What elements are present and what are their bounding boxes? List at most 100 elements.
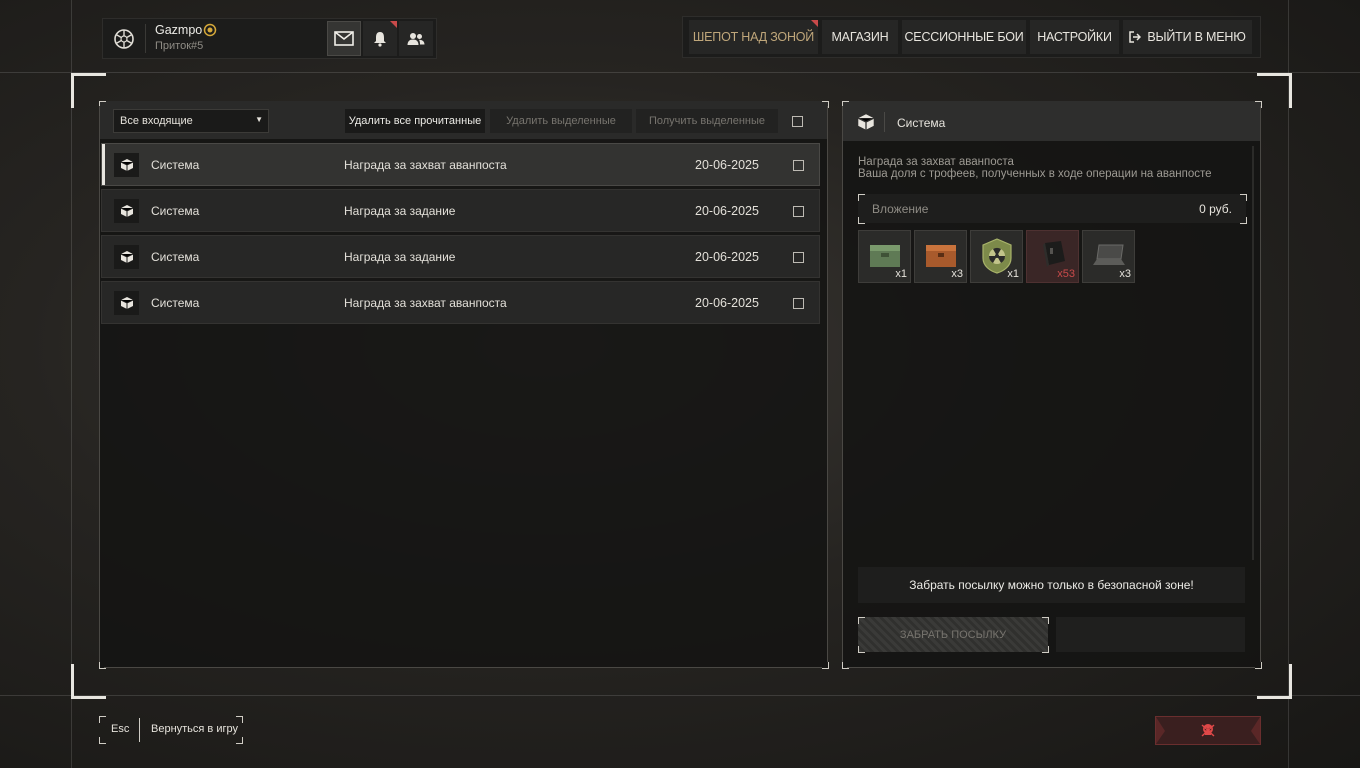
grid-line — [71, 0, 72, 768]
item-quantity: x3 — [951, 268, 963, 280]
alert-marker — [390, 21, 397, 28]
message-checkbox[interactable] — [793, 252, 804, 263]
bell-icon — [374, 31, 386, 47]
message-row[interactable]: Система Награда за захват аванпоста 20-0… — [101, 281, 820, 324]
message-checkbox[interactable] — [793, 160, 804, 171]
frame-corner — [1257, 73, 1292, 108]
exit-icon — [1129, 31, 1142, 43]
ammo-box-icon — [1043, 241, 1065, 267]
nav-shop[interactable]: МАГАЗИН — [822, 20, 898, 54]
empty-slot — [1056, 617, 1245, 652]
panel-border — [847, 667, 1255, 668]
button-corner — [236, 716, 243, 723]
delete-selected-button[interactable]: Удалить выделенные — [490, 109, 632, 133]
system-box-icon — [114, 199, 139, 223]
attachment-box: Вложение 0 руб. — [858, 194, 1246, 223]
delete-read-button[interactable]: Удалить все прочитанные — [345, 109, 485, 133]
panel-border — [842, 106, 843, 662]
player-panel: Gazmpo Приток#5 — [102, 18, 437, 59]
button-corner — [1042, 617, 1049, 624]
esc-key: Esc — [111, 723, 130, 735]
panel-border — [99, 106, 100, 662]
message-subject: Награда за задание — [344, 204, 456, 218]
chevron-down-icon: ▼ — [255, 115, 263, 124]
rank-badge-icon — [203, 23, 217, 37]
notifications-button[interactable] — [363, 21, 397, 56]
system-box-icon — [854, 110, 877, 133]
panel-border — [104, 667, 822, 668]
box-corner — [1240, 194, 1247, 201]
message-subject: Награда за захват аванпоста — [344, 158, 507, 172]
faction-emblem-icon — [111, 26, 137, 52]
attachment-value: 0 руб. — [1199, 202, 1232, 216]
button-corner — [99, 737, 106, 744]
attachment-label: Вложение — [872, 202, 929, 216]
panel-corner — [1255, 662, 1262, 669]
message-row[interactable]: Система Награда за задание 20-06-2025 — [101, 235, 820, 278]
nav-whisper-label: ШЕПОТ НАД ЗОНОЙ — [692, 30, 815, 44]
laptop-icon — [1093, 244, 1125, 265]
button-notch — [1251, 717, 1260, 744]
message-checkbox[interactable] — [793, 298, 804, 309]
nav-whisper[interactable]: ШЕПОТ НАД ЗОНОЙ — [689, 20, 818, 54]
message-sender: Система — [151, 204, 200, 218]
message-sender: Система — [151, 158, 200, 172]
nav-session-battles-label: СЕССИОННЫЕ БОИ — [904, 30, 1024, 44]
button-corner — [1042, 646, 1049, 653]
safe-zone-warning: Забрать посылку можно только в безопасно… — [858, 567, 1245, 603]
attachment-item[interactable]: x1 — [970, 230, 1023, 283]
item-quantity: x1 — [1007, 268, 1019, 280]
skull-button[interactable] — [1155, 716, 1261, 745]
top-nav: ШЕПОТ НАД ЗОНОЙ МАГАЗИН СЕССИОННЫЕ БОИ Н… — [682, 16, 1261, 58]
message-date: 20-06-2025 — [695, 250, 759, 264]
inbox-filter-select[interactable]: Все входящие ▼ — [113, 109, 269, 133]
message-checkbox[interactable] — [793, 206, 804, 217]
panel-corner — [822, 662, 829, 669]
friends-button[interactable] — [399, 21, 433, 56]
divider — [884, 112, 885, 132]
player-name[interactable]: Gazmpo — [155, 23, 202, 37]
get-selected-button[interactable]: Получить выделенные — [636, 109, 778, 133]
nav-settings[interactable]: НАСТРОЙКИ — [1030, 20, 1119, 54]
button-corner — [858, 646, 865, 653]
inbox-filter-value: Все входящие — [120, 115, 193, 127]
grid-line — [0, 695, 1360, 696]
back-to-game-button[interactable]: Esc Вернуться в игру — [99, 716, 243, 744]
button-notch — [1156, 717, 1165, 744]
message-row[interactable]: Система Награда за захват аванпоста 20-0… — [101, 143, 820, 186]
detail-body: Ваша доля с трофеев, полученных в ходе о… — [858, 168, 1212, 180]
frame-corner — [71, 664, 106, 699]
selected-indicator — [102, 144, 105, 185]
nav-settings-label: НАСТРОЙКИ — [1037, 30, 1112, 44]
attachment-item[interactable]: x53 — [1026, 230, 1079, 283]
message-sender: Система — [151, 250, 200, 264]
alert-marker — [811, 20, 818, 27]
attachment-item[interactable]: x3 — [914, 230, 967, 283]
box-corner — [858, 217, 865, 224]
detail-sender: Система — [897, 116, 946, 130]
message-subject: Награда за задание — [344, 250, 456, 264]
friends-icon — [407, 32, 425, 45]
grid-line — [1288, 0, 1289, 768]
nav-shop-label: МАГАЗИН — [831, 30, 889, 44]
divider — [145, 24, 146, 53]
select-all-checkbox[interactable] — [792, 116, 803, 127]
message-date: 20-06-2025 — [695, 158, 759, 172]
mail-icon — [334, 31, 354, 46]
inbox-panel — [99, 101, 828, 668]
nav-session-battles[interactable]: СЕССИОННЫЕ БОИ — [902, 20, 1026, 54]
mail-button[interactable] — [327, 21, 361, 56]
box-corner — [1240, 217, 1247, 224]
divider — [139, 718, 140, 742]
take-parcel-button[interactable]: ЗАБРАТЬ ПОСЫЛКУ — [858, 617, 1048, 652]
attachment-item[interactable]: x3 — [1082, 230, 1135, 283]
panel-border — [1260, 106, 1261, 662]
attachment-item[interactable]: x1 — [858, 230, 911, 283]
nav-exit-to-menu[interactable]: ВЫЙТИ В МЕНЮ — [1123, 20, 1252, 54]
message-date: 20-06-2025 — [695, 204, 759, 218]
system-box-icon — [114, 291, 139, 315]
button-corner — [858, 617, 865, 624]
message-row[interactable]: Система Награда за задание 20-06-2025 — [101, 189, 820, 232]
detail-scrollbar[interactable] — [1252, 146, 1254, 560]
button-corner — [99, 716, 106, 723]
